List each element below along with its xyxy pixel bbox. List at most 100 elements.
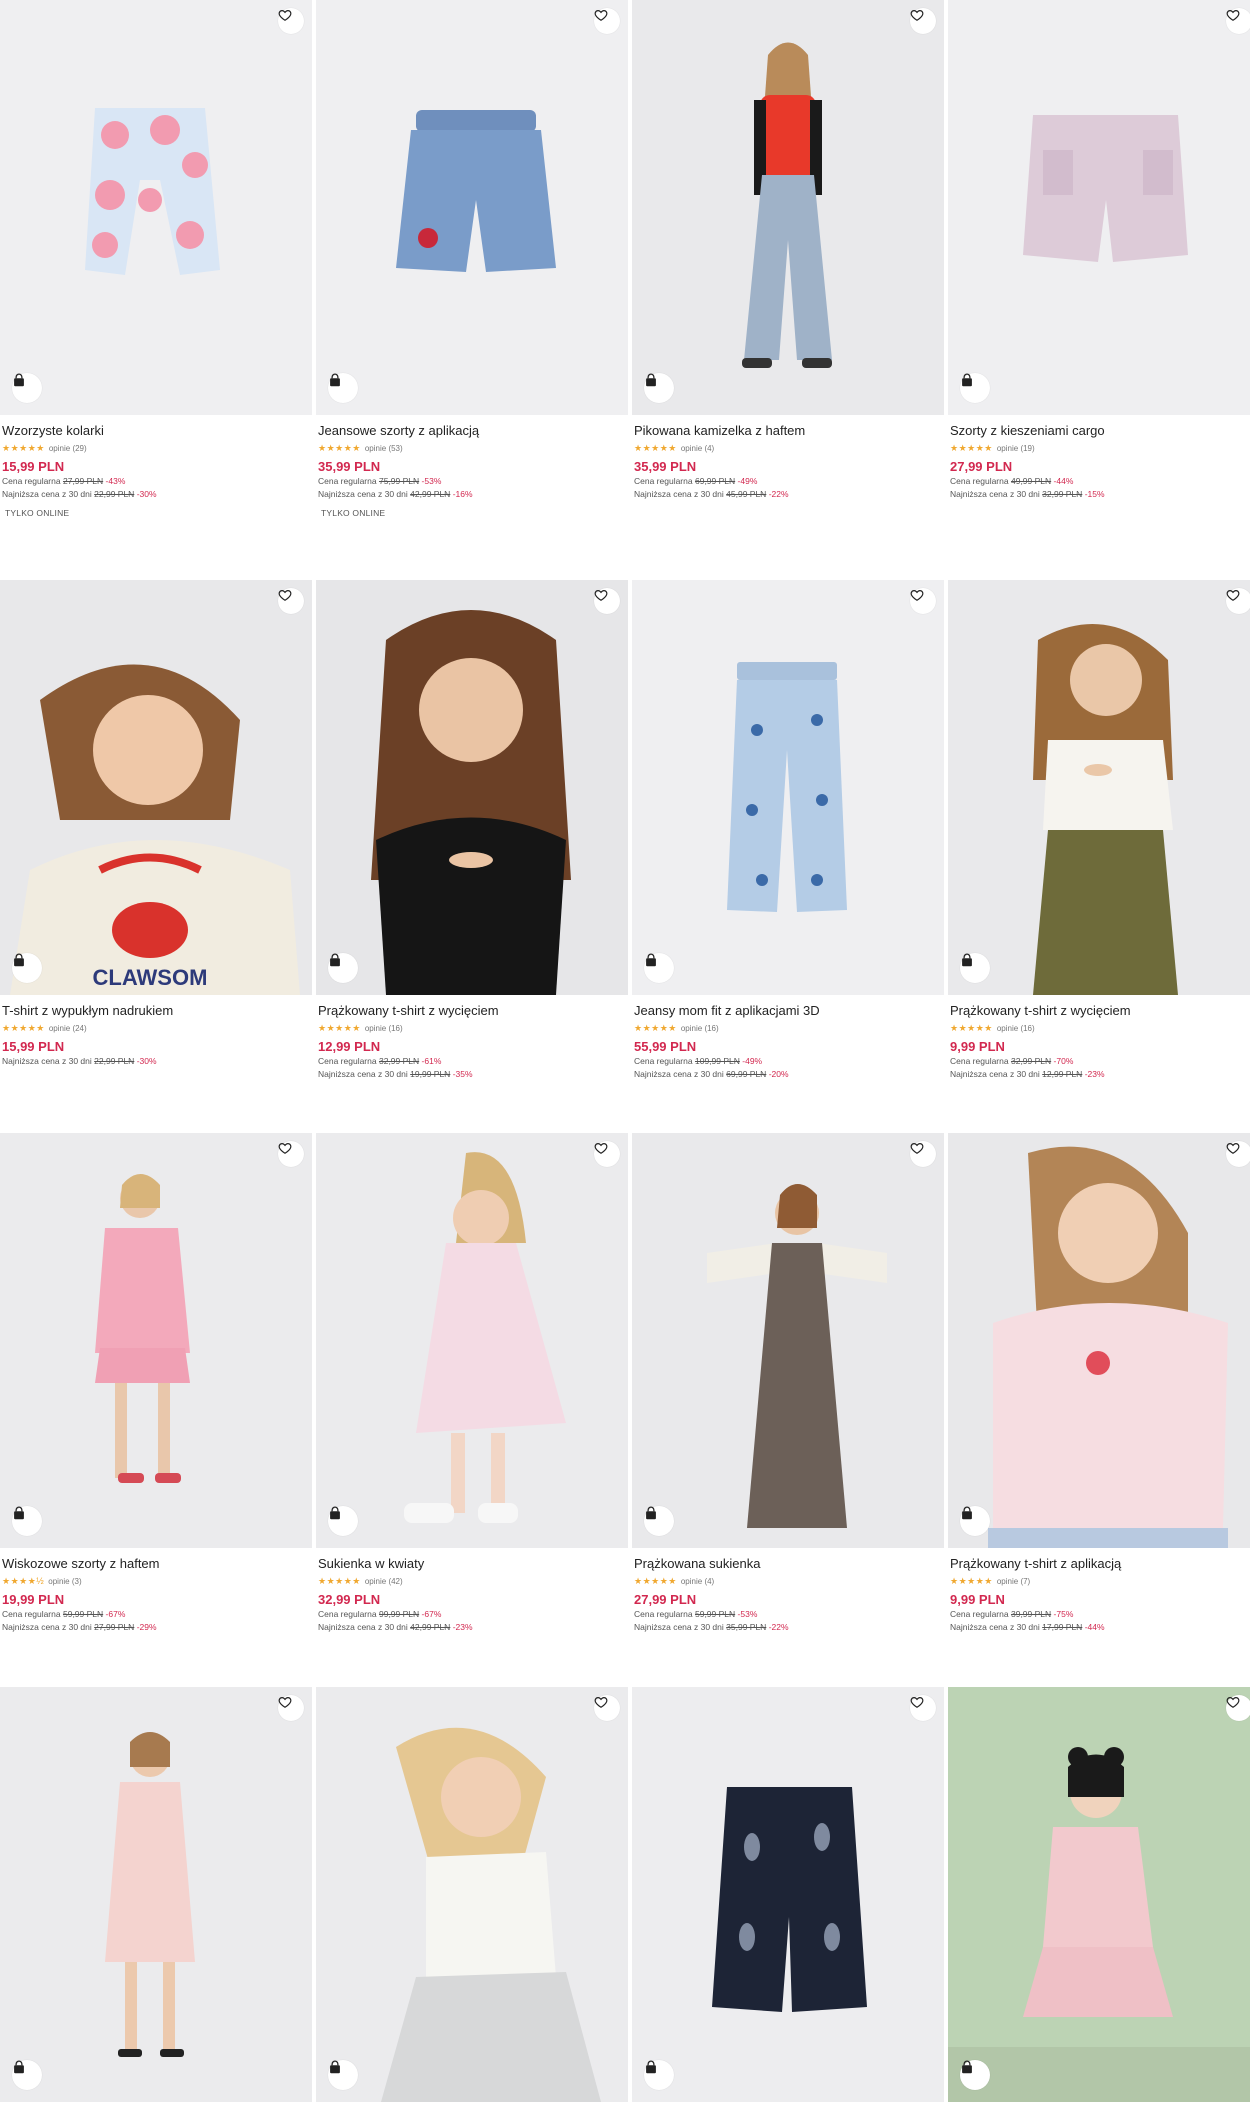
product-image[interactable]	[632, 0, 944, 415]
regular-price-line: Cena regularna 69,99 PLN -49%	[634, 476, 758, 486]
product-title[interactable]: Wzorzyste kolarki	[2, 423, 307, 439]
shopping-bag-icon[interactable]	[328, 953, 358, 983]
product-info: Sukienka w kwiaty ★★★★★ opinie (42) 32,9…	[318, 1556, 623, 1634]
lowest-price-line: Najniższa cena z 30 dni 19,99 PLN -35%	[318, 1069, 473, 1079]
heart-outline-icon[interactable]	[278, 588, 304, 614]
product-rating: ★★★★★ opinie (16)	[318, 1022, 623, 1034]
heart-outline-icon[interactable]	[910, 588, 936, 614]
lowest-price-old: 12,99 PLN	[1042, 1069, 1083, 1079]
product-title[interactable]: Pikowana kamizelka z haftem	[634, 423, 939, 439]
product-title[interactable]: Prążkowany t-shirt z aplikacją	[950, 1556, 1250, 1572]
review-count[interactable]: opinie (24)	[49, 1023, 87, 1034]
rating-stars: ★★★★½	[2, 1575, 45, 1586]
product-image[interactable]	[0, 1687, 312, 2102]
product-info: Prążkowany t-shirt z aplikacją ★★★★★ opi…	[950, 1556, 1250, 1634]
product-title[interactable]: Prążkowana sukienka	[634, 1556, 939, 1572]
product-image[interactable]	[316, 1687, 628, 2102]
regular-price-line: Cena regularna 109,99 PLN -49%	[634, 1056, 763, 1066]
product-title[interactable]: T-shirt z wypukłym nadrukiem	[2, 1003, 307, 1019]
shopping-bag-icon[interactable]	[644, 953, 674, 983]
product-rating: ★★★★★ opinie (29)	[2, 442, 307, 454]
review-count[interactable]: opinie (4)	[681, 443, 714, 454]
product-image[interactable]	[0, 0, 312, 415]
heart-outline-icon[interactable]	[1226, 8, 1250, 34]
review-count[interactable]: opinie (16)	[997, 1023, 1035, 1034]
shopping-bag-icon[interactable]	[328, 2060, 358, 2090]
product-image[interactable]	[316, 1133, 628, 1548]
product-info: Jeansowe szorty z aplikacją ★★★★★ opinie…	[318, 423, 623, 518]
shopping-bag-icon[interactable]	[960, 1506, 990, 1536]
heart-outline-icon[interactable]	[910, 8, 936, 34]
review-count[interactable]: opinie (16)	[681, 1023, 719, 1034]
shopping-bag-icon[interactable]	[328, 1506, 358, 1536]
current-price: 9,99 PLN	[950, 1039, 1005, 1054]
review-count[interactable]: opinie (4)	[681, 1576, 714, 1587]
shopping-bag-icon[interactable]	[644, 373, 674, 403]
product-title[interactable]: Jeansy mom fit z aplikacjami 3D	[634, 1003, 939, 1019]
shopping-bag-icon[interactable]	[12, 1506, 42, 1536]
heart-outline-icon[interactable]	[1226, 588, 1250, 614]
product-image[interactable]	[632, 580, 944, 995]
product-photo-illustration	[371, 610, 571, 995]
product-image[interactable]	[948, 1133, 1250, 1548]
product-image[interactable]	[0, 1133, 312, 1548]
shopping-bag-icon[interactable]	[960, 953, 990, 983]
heart-outline-icon[interactable]	[278, 1695, 304, 1721]
heart-outline-icon[interactable]	[1226, 1141, 1250, 1167]
heart-outline-icon[interactable]	[910, 1141, 936, 1167]
shopping-bag-icon[interactable]	[644, 1506, 674, 1536]
regular-discount: -75%	[1053, 1609, 1074, 1619]
product-image[interactable]	[632, 1133, 944, 1548]
heart-outline-icon[interactable]	[278, 1141, 304, 1167]
review-count[interactable]: opinie (7)	[997, 1576, 1030, 1587]
product-title[interactable]: Prążkowany t-shirt z wycięciem	[950, 1003, 1250, 1019]
product-image[interactable]	[632, 1687, 944, 2102]
heart-outline-icon[interactable]	[910, 1695, 936, 1721]
product-title[interactable]: Szorty z kieszeniami cargo	[950, 423, 1250, 439]
review-count[interactable]: opinie (16)	[365, 1023, 403, 1034]
product-image[interactable]	[948, 0, 1250, 415]
product-photo-illustration	[1033, 624, 1178, 995]
current-price: 15,99 PLN	[2, 459, 65, 474]
shopping-bag-icon[interactable]	[12, 953, 42, 983]
product-photo-illustration	[1023, 115, 1188, 262]
regular-price-line: Cena regularna 32,99 PLN -70%	[950, 1056, 1074, 1066]
product-image[interactable]	[948, 580, 1250, 995]
review-count[interactable]: opinie (29)	[49, 443, 87, 454]
shopping-bag-icon[interactable]	[12, 2060, 42, 2090]
product-image[interactable]	[948, 1687, 1250, 2102]
product-image[interactable]: CLAWSOM	[0, 580, 312, 995]
review-count[interactable]: opinie (19)	[997, 443, 1035, 454]
product-info: Prążkowana sukienka ★★★★★ opinie (4) 27,…	[634, 1556, 939, 1634]
product-rating: ★★★★★ opinie (16)	[634, 1022, 939, 1034]
product-title[interactable]: Prążkowany t-shirt z wycięciem	[318, 1003, 623, 1019]
heart-outline-icon[interactable]	[278, 8, 304, 34]
review-count[interactable]: opinie (42)	[365, 1576, 403, 1587]
product-image[interactable]	[316, 0, 628, 415]
rating-stars: ★★★★★	[950, 1575, 993, 1586]
shopping-bag-icon[interactable]	[960, 2060, 990, 2090]
shopping-bag-icon[interactable]	[960, 373, 990, 403]
product-title[interactable]: Wiskozowe szorty z haftem	[2, 1556, 307, 1572]
regular-price-old: 59,99 PLN	[62, 1609, 104, 1619]
lowest-price-line: Najniższa cena z 30 dni 22,99 PLN -30%	[2, 489, 157, 499]
heart-outline-icon[interactable]	[594, 588, 620, 614]
regular-price-line: Cena regularna 99,99 PLN -67%	[318, 1609, 442, 1619]
product-title[interactable]: Sukienka w kwiaty	[318, 1556, 623, 1572]
heart-outline-icon[interactable]	[594, 1141, 620, 1167]
online-only-badge: TYLKO ONLINE	[5, 508, 70, 518]
shopping-bag-icon[interactable]	[328, 373, 358, 403]
current-price: 12,99 PLN	[318, 1039, 381, 1054]
product-info: Wiskozowe szorty z haftem ★★★★½ opinie (…	[2, 1556, 307, 1634]
review-count[interactable]: opinie (3)	[48, 1576, 81, 1587]
product-title[interactable]: Jeansowe szorty z aplikacją	[318, 423, 623, 439]
lowest-price-line: Najniższa cena z 30 dni 69,99 PLN -20%	[634, 1069, 789, 1079]
heart-outline-icon[interactable]	[1226, 1695, 1250, 1721]
heart-outline-icon[interactable]	[594, 8, 620, 34]
review-count[interactable]: opinie (53)	[365, 443, 403, 454]
heart-outline-icon[interactable]	[594, 1695, 620, 1721]
shopping-bag-icon[interactable]	[644, 2060, 674, 2090]
product-image[interactable]	[316, 580, 628, 995]
lowest-price-old: 42,99 PLN	[410, 1622, 451, 1632]
shopping-bag-icon[interactable]	[12, 373, 42, 403]
